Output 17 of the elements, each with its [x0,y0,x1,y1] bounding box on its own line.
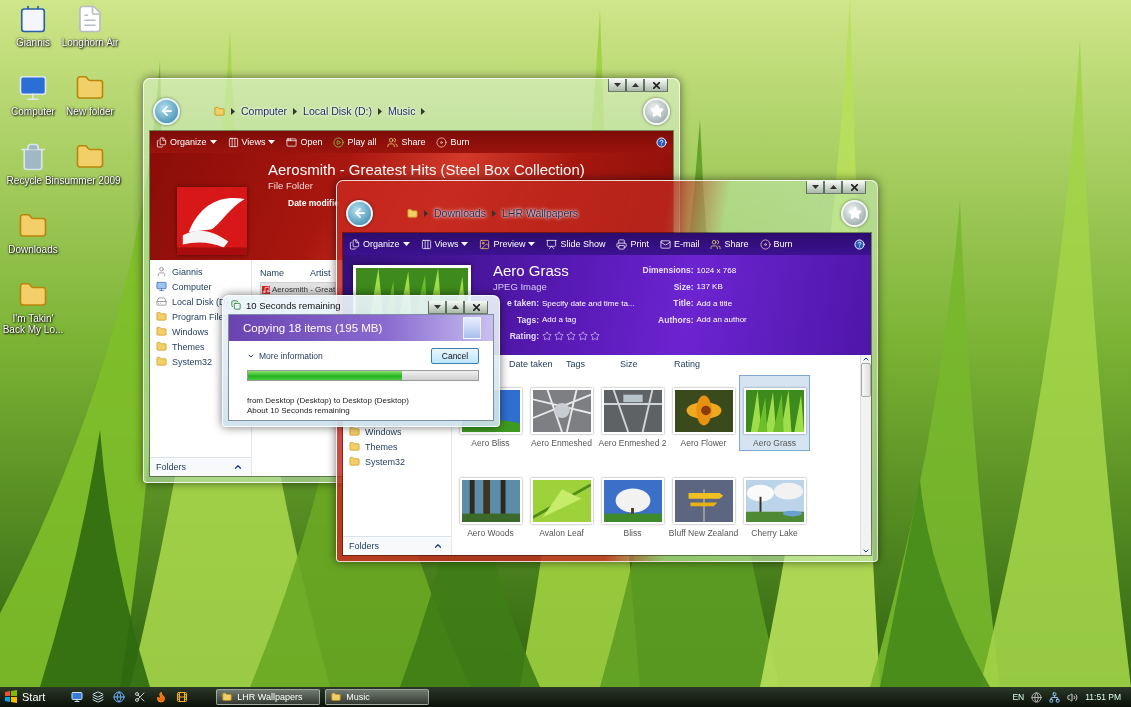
desktop-icon[interactable] [71,691,84,703]
flame-icon[interactable] [155,691,168,703]
volume-icon[interactable] [1067,691,1079,703]
network-icon[interactable] [1049,691,1061,703]
globe-icon[interactable] [1031,691,1043,703]
taskbar-button[interactable]: LHR Wallpapers [216,689,321,705]
windows-stack-icon[interactable] [92,691,105,703]
globe-icon[interactable] [113,691,126,703]
folder-icon [331,692,342,702]
language-indicator[interactable]: EN [1012,692,1025,702]
windows-logo-icon [4,690,18,704]
scissors-icon[interactable] [134,691,147,703]
folder-icon [222,692,233,702]
media-player-icon[interactable] [176,691,189,703]
taskbar-button[interactable]: Music [325,689,430,705]
clock[interactable]: 11:51 PM [1085,692,1121,702]
start-button[interactable]: Start [4,690,54,704]
